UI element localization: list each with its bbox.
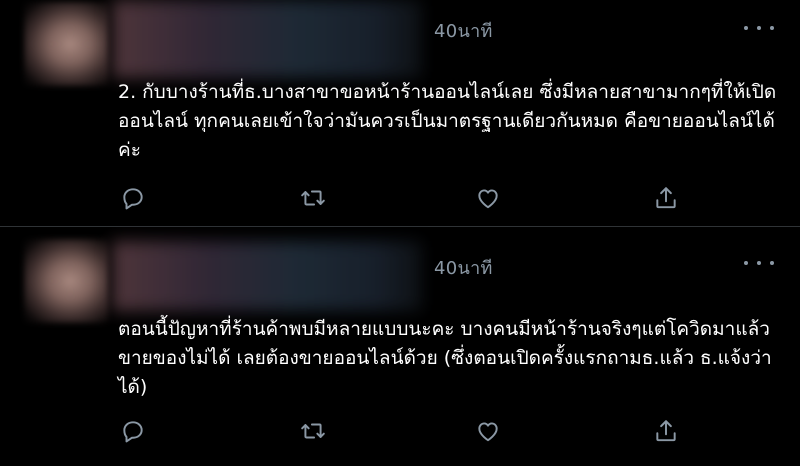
more-options-icon[interactable] — [744, 257, 774, 269]
reply-icon[interactable] — [118, 416, 148, 446]
tweet-timestamp[interactable]: 40นาที — [434, 16, 493, 45]
tweet-text: 2. กับบางร้านที่ธ.บางสาขาขอหน้าร้านออนไล… — [118, 81, 777, 161]
retweet-icon[interactable] — [298, 183, 328, 213]
tweet-timestamp[interactable]: 40นาที — [434, 253, 493, 282]
tweet-actions — [118, 183, 698, 213]
tweet[interactable]: 40นาที 2. กับบางร้านที่ธ.บางสาขาขอหน้าร้… — [0, 0, 800, 226]
tweet-text: ตอนนี้ปัญหาที่ร้านค้าพบมีหลายแบบนะคะ บาง… — [118, 318, 772, 398]
tweet-actions — [118, 416, 698, 446]
more-options-icon[interactable] — [744, 22, 774, 34]
avatar[interactable] — [24, 2, 108, 86]
share-icon[interactable] — [651, 183, 681, 213]
reply-icon[interactable] — [118, 183, 148, 213]
tweet-feed: 40นาที 2. กับบางร้านที่ธ.บางสาขาขอหน้าร้… — [0, 0, 800, 466]
blurred-user-name[interactable] — [112, 241, 422, 311]
retweet-icon[interactable] — [298, 416, 328, 446]
avatar[interactable] — [24, 239, 108, 323]
share-icon[interactable] — [651, 416, 681, 446]
tweet[interactable]: 40นาที ตอนนี้ปัญหาที่ร้านค้าพบมีหลายแบบน… — [0, 227, 800, 466]
like-icon[interactable] — [473, 183, 503, 213]
blurred-user-name[interactable] — [112, 0, 422, 78]
like-icon[interactable] — [473, 416, 503, 446]
